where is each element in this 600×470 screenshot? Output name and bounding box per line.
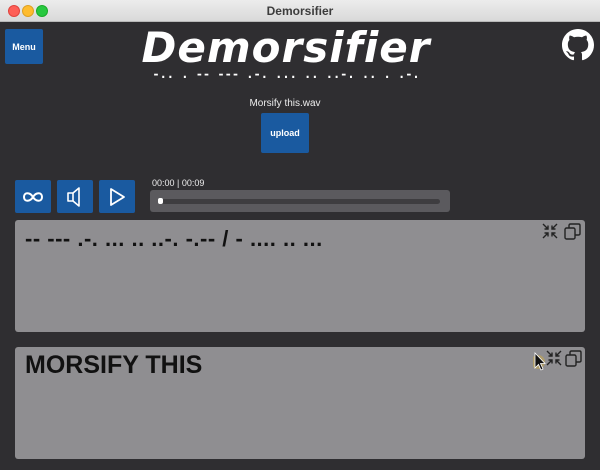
play-button[interactable]	[99, 180, 135, 213]
collapse-icon[interactable]	[545, 349, 563, 367]
upload-button[interactable]: upload	[261, 113, 309, 153]
window-title: Demorsifier	[266, 4, 334, 18]
time-display: 00:00 | 00:09	[152, 178, 205, 188]
text-output-text: MORSIFY THIS	[25, 351, 203, 379]
app-window: Demorsifier Menu Demorsifier -.. . -- --…	[0, 0, 600, 470]
app-logo-morse: -.. . -- --- .-. ... .. ..-. .. . .-.	[152, 67, 420, 81]
collapse-icon[interactable]	[541, 222, 559, 240]
morse-output-text: -- --- .-. ... .. ..-. -.-- / - .... .. …	[25, 226, 323, 251]
app-logo: Demorsifier	[141, 23, 431, 72]
progress-track[interactable]	[158, 199, 440, 204]
github-icon[interactable]	[562, 29, 594, 61]
title-bar: Demorsifier	[0, 0, 600, 22]
upload-filename: Morsify this.wav	[249, 98, 321, 109]
progress-bar[interactable]	[150, 190, 450, 212]
menu-button[interactable]: Menu	[5, 29, 43, 64]
morse-output-panel: -- --- .-. ... .. ..-. -.-- / - .... .. …	[15, 220, 585, 332]
volume-button[interactable]	[57, 180, 93, 213]
progress-knob[interactable]	[158, 198, 163, 204]
loop-icon	[22, 191, 44, 202]
text-output-panel: MORSIFY THIS	[15, 347, 585, 459]
play-icon	[110, 187, 125, 206]
volume-icon	[67, 186, 80, 207]
loop-button[interactable]	[15, 180, 51, 213]
copy-icon[interactable]	[563, 222, 581, 240]
copy-icon[interactable]	[564, 349, 582, 367]
mouse-cursor-icon	[533, 352, 546, 371]
